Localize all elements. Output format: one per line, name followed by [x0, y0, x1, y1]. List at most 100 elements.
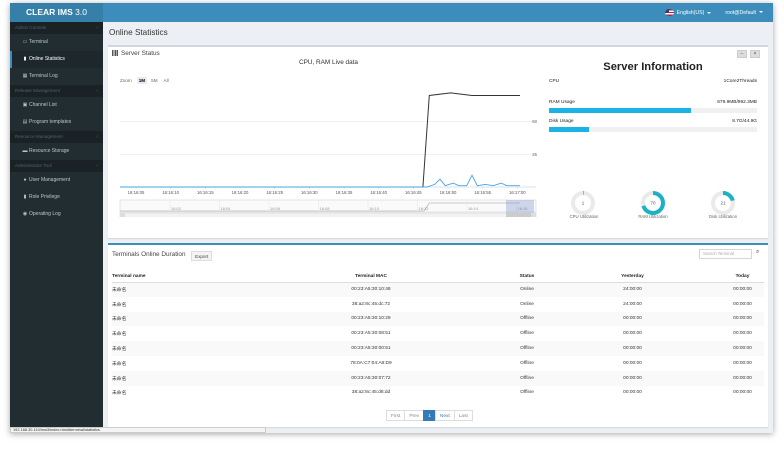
- export-button[interactable]: Export: [191, 251, 213, 261]
- top-navbar: CLEAR IMS 3.0 English(US) root@Default: [10, 3, 773, 22]
- ram-value: 679.9MB/992.3MB: [717, 100, 757, 105]
- table-cell-name: 未命名: [112, 282, 232, 297]
- app-logo[interactable]: CLEAR IMS 3.0: [10, 3, 103, 22]
- folder-icon: ▬: [22, 148, 28, 154]
- book-icon: ▮: [23, 194, 27, 200]
- y-tick-label: 25: [532, 152, 537, 157]
- table-cell-today: 00:00:00: [733, 331, 752, 337]
- section-title: Admin Console: [15, 25, 47, 30]
- sidebar: Admin Console ‹ ▭ Terminal ▮ Online Statist…: [10, 22, 103, 433]
- table-cell-mac: 00:23:A5:30:10:29: [232, 311, 510, 327]
- sidebar-section-admin-console[interactable]: Admin Console ‹: [10, 22, 103, 34]
- table-cell-yesterday: 00:00:00: [623, 390, 642, 396]
- x-tick-label: 16:16:40: [370, 190, 387, 195]
- disk-utilization-label: Disk Utilization: [708, 214, 738, 219]
- app-window: CLEAR IMS 3.0 English(US) root@Default A…: [10, 3, 773, 433]
- page-last-button[interactable]: Last: [453, 410, 473, 421]
- search-icon[interactable]: ⌕: [756, 249, 759, 256]
- sidebar-section-administrator-tool[interactable]: Administrator Tool ‹: [10, 160, 103, 172]
- column-status[interactable]: Status: [510, 271, 544, 283]
- chevron-down-icon: [707, 11, 712, 14]
- x-tick-label: 16:16:15: [197, 190, 214, 195]
- cpu-label: CPU: [549, 79, 560, 84]
- page-next-button[interactable]: Next: [434, 410, 455, 421]
- sidebar-item-user-management[interactable]: ● User Management: [10, 172, 103, 189]
- navigator-tick-label: 16:04: [221, 206, 232, 211]
- user-icon: ●: [23, 177, 27, 183]
- chevron-left-icon: ‹: [96, 25, 98, 31]
- table-cell-today: 00:00:00: [733, 301, 752, 307]
- minimize-button[interactable]: −: [737, 50, 747, 58]
- sidebar-item-label: Program templates: [29, 119, 72, 125]
- table-row[interactable]: 未命名 38:a2:8c:45:dc:72 Online 24:00:00 00:00:…: [112, 297, 764, 312]
- column-terminal-mac[interactable]: Terminal MAC: [232, 271, 510, 283]
- sidebar-item-label: Resource Storage: [29, 148, 70, 154]
- sidebar-item-label: Channel List: [29, 102, 57, 108]
- ram-gauge-value: 70: [650, 201, 656, 206]
- user-menu[interactable]: root@Default: [725, 10, 763, 16]
- table-cell-status: Offline: [520, 360, 534, 366]
- close-button[interactable]: ×: [750, 50, 760, 58]
- table-cell-name: 未命名: [112, 361, 127, 367]
- sidebar-item-role-privilege[interactable]: ▮ Role Privilege: [10, 189, 103, 206]
- table-cell-status: Offline: [510, 341, 544, 356]
- sidebar-item-label: Role Privilege: [29, 194, 60, 200]
- table-cell-status: Offline: [520, 331, 534, 337]
- table-cell-name: 未命名: [112, 311, 232, 327]
- navigator-tick-label: 16:14: [468, 206, 479, 211]
- sidebar-item-label: Terminal: [29, 39, 48, 45]
- terminals-title: Terminals Online Duration: [112, 251, 186, 258]
- table-row[interactable]: 未命名 00:23:A5:30:10:29 Offline 00:00:00 00:00…: [112, 311, 764, 327]
- sidebar-item-channel-list[interactable]: ▣ Channel List: [10, 97, 103, 114]
- chevron-left-icon: ‹: [96, 88, 98, 94]
- table-row[interactable]: 未命名 00:23:A5:30:07:72 Offline 00:00:00 00:00…: [112, 370, 764, 386]
- table-cell-today: 00:00:00: [733, 360, 752, 366]
- page-title: Online Statistics: [109, 28, 168, 37]
- pagination: First Prev 1 Next Last: [386, 410, 473, 421]
- sidebar-item-terminal[interactable]: ▭ Terminal: [10, 34, 103, 51]
- x-tick-label: 16:16:30: [301, 190, 318, 195]
- table-cell-status: Offline: [510, 370, 544, 386]
- search-terminal-input[interactable]: Search Terminal: [699, 249, 752, 259]
- sidebar-item-operating-log[interactable]: ◉ Operating Log: [10, 206, 103, 223]
- sidebar-item-program-templates[interactable]: ▤ Program templates: [10, 114, 103, 131]
- sidebar-section-release-management[interactable]: Release Management ‹: [10, 85, 103, 97]
- server-information-panel: Server Information CPU 1Core2Threads RAM…: [549, 61, 757, 138]
- cpu-ram-live-chart[interactable]: 25 50 16:16:05 16:16:10 16:16:15 16:16:20 16:1…: [108, 47, 538, 217]
- sidebar-item-online-statistics[interactable]: ▮ Online Statistics: [10, 51, 103, 68]
- sidebar-item-resource-storage[interactable]: ▬ Resource Storage: [10, 143, 103, 160]
- table-row[interactable]: 未命名 00:23:A5:30:00:51 Offline 00:00:00 00:00…: [112, 341, 764, 356]
- user-label: root@Default: [725, 9, 756, 16]
- bar-chart-icon: ▮: [23, 56, 27, 62]
- navigator-tick-label: 16:08: [320, 206, 331, 211]
- column-terminal-name[interactable]: Terminal name: [112, 271, 232, 283]
- table-cell-yesterday: 00:00:00: [544, 370, 721, 386]
- table-row[interactable]: 未命名 38:a2:8c:45:d8:dd Offline 00:00:00 00:00…: [112, 386, 764, 401]
- disk-gauge-value: 21: [720, 201, 726, 206]
- table-cell-mac: 00:23:A5:30:07:72: [232, 370, 510, 386]
- page-prev-button[interactable]: Prev: [404, 410, 425, 421]
- series-line-0: [120, 92, 520, 188]
- browser-status-url: 192.168.30.110/ims3/index.html#terminal/…: [10, 427, 266, 433]
- table-cell-today: 00:00:00: [721, 370, 764, 386]
- x-tick-label: 16:16:25: [266, 190, 283, 195]
- chevron-left-icon: ‹: [96, 134, 98, 140]
- channel-icon: ▣: [22, 102, 28, 108]
- column-yesterday[interactable]: Yesterday: [544, 271, 721, 283]
- sidebar-item-terminal-log[interactable]: ▦ Terminal Log: [10, 68, 103, 85]
- cpu-value: 1Core2Threads: [723, 79, 757, 84]
- page-first-button[interactable]: First: [386, 410, 406, 421]
- table-cell-yesterday: 00:00:00: [623, 331, 642, 337]
- sidebar-section-resource-management[interactable]: Resource Management ‹: [10, 131, 103, 143]
- column-today[interactable]: Today: [721, 271, 764, 283]
- navigator-tick-label: 16:02: [171, 206, 182, 211]
- table-row[interactable]: 未命名 78:0A:C7:04:A8:D9 Offline 00:00:00 00:00…: [112, 356, 764, 371]
- table-cell-mac: 00:23:A5:30:00:51: [232, 341, 510, 356]
- language-selector[interactable]: English(US): [664, 9, 712, 16]
- y-tick-label: 50: [532, 119, 537, 124]
- table-row[interactable]: 未命名 00:23:A5:30:10:48 Online 24:00:00 00:00:…: [112, 282, 764, 297]
- ram-row: RAM Usage 679.9MB/992.3MB: [549, 100, 757, 110]
- navigator-scroll-right: [531, 213, 536, 217]
- table-cell-mac: 00:23:A5:30:10:48: [232, 282, 510, 297]
- table-row[interactable]: 未命名 00:23:A5:30:08:51 Offline 00:00:00 00:00…: [112, 326, 764, 341]
